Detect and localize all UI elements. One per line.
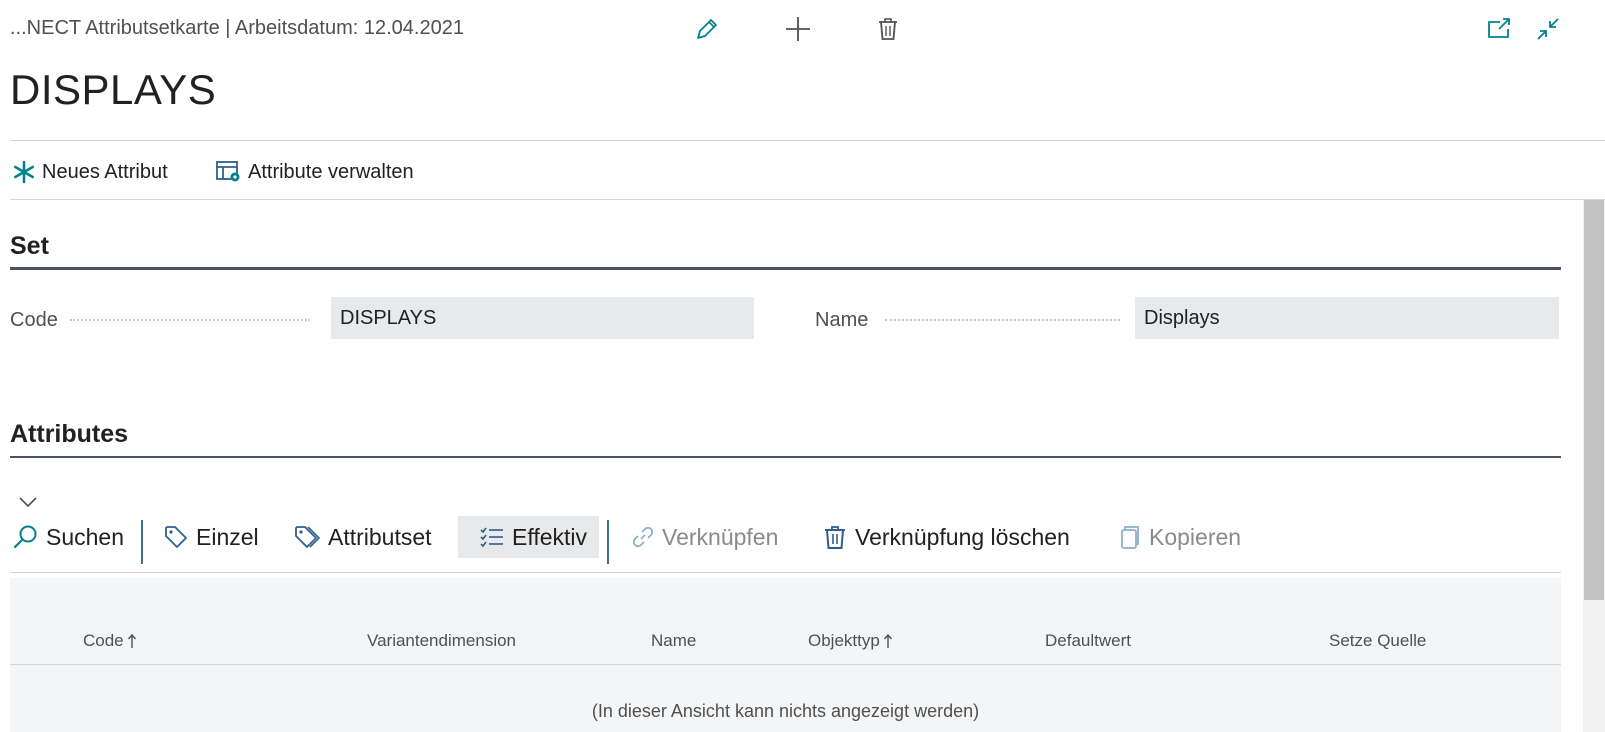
- attribute-set-label: Attributset: [328, 523, 432, 550]
- column-header-defaultwert[interactable]: Defaultwert: [1045, 631, 1131, 651]
- column-header-setze-quelle[interactable]: Setze Quelle: [1329, 631, 1426, 651]
- set-section-title[interactable]: Set: [10, 232, 49, 261]
- manage-attributes-button[interactable]: Attribute verwalten: [216, 156, 414, 188]
- link-button[interactable]: Verknüpfen: [632, 516, 778, 558]
- manage-attributes-icon: [216, 161, 240, 182]
- chevron-down-icon: [19, 497, 37, 508]
- link-icon: [632, 526, 654, 548]
- new-attribute-button[interactable]: Neues Attribut: [12, 156, 168, 188]
- add-icon: [786, 17, 810, 41]
- page-title: DISPLAYS: [10, 66, 217, 113]
- add-button[interactable]: [783, 14, 813, 44]
- column-header-name[interactable]: Name: [651, 631, 696, 651]
- trash-icon: [825, 526, 845, 549]
- manage-attributes-label: Attribute verwalten: [248, 160, 414, 183]
- name-leader-dots: [885, 319, 1120, 321]
- section-rule: [10, 267, 1561, 270]
- search-button[interactable]: Suchen: [12, 516, 124, 558]
- tags-icon: [295, 526, 320, 548]
- link-label: Verknüpfen: [662, 523, 779, 550]
- single-button[interactable]: Einzel: [164, 516, 259, 558]
- edit-button[interactable]: [692, 14, 722, 44]
- copy-icon: [1121, 526, 1139, 549]
- search-label: Suchen: [46, 523, 125, 550]
- search-icon: [13, 525, 37, 549]
- toolbar-separator: [141, 520, 143, 564]
- edit-icon: [697, 19, 717, 39]
- column-header-code[interactable]: Code: [83, 631, 137, 651]
- grid-header-divider: [10, 664, 1561, 665]
- expand-toggle[interactable]: [17, 494, 39, 510]
- sort-ascending-icon: [883, 633, 892, 648]
- collapse-button[interactable]: [1533, 14, 1563, 44]
- collapse-icon: [1537, 18, 1559, 40]
- copy-label: Kopieren: [1149, 523, 1242, 550]
- attribute-set-button[interactable]: Attributset: [294, 516, 432, 558]
- delete-link-label: Verknüpfung löschen: [855, 523, 1070, 550]
- name-label: Name: [815, 309, 869, 331]
- open-new-window-icon: [1488, 18, 1510, 38]
- asterisk-icon: [13, 160, 35, 184]
- name-field[interactable]: Displays: [1135, 297, 1559, 339]
- scrollbar-thumb[interactable]: [1584, 200, 1604, 600]
- column-header-variantendimension[interactable]: Variantendimension: [367, 631, 516, 651]
- divider: [10, 199, 1605, 200]
- tag-icon: [165, 526, 187, 548]
- copy-button[interactable]: Kopieren: [1119, 516, 1241, 558]
- divider: [10, 572, 1561, 573]
- code-field[interactable]: DISPLAYS: [331, 297, 754, 339]
- section-rule: [10, 456, 1561, 458]
- breadcrumb: ...NECT Attributsetkarte | Arbeitsdatum:…: [10, 17, 464, 39]
- empty-grid-message: (In dieser Ansicht kann nichts angezeigt…: [591, 701, 980, 721]
- delete-link-button[interactable]: Verknüpfung löschen: [823, 516, 1070, 558]
- effective-button[interactable]: Effektiv: [458, 516, 599, 558]
- checklist-icon: [480, 527, 503, 548]
- delete-button[interactable]: [873, 14, 903, 44]
- effective-label: Effektiv: [512, 523, 587, 550]
- column-header-objekttyp[interactable]: Objekttyp: [808, 631, 893, 651]
- code-label: Code: [10, 309, 58, 331]
- delete-icon: [879, 18, 897, 40]
- toolbar-separator: [607, 520, 609, 564]
- sort-ascending-icon: [127, 633, 136, 648]
- open-new-window-button[interactable]: [1484, 14, 1514, 44]
- divider: [10, 140, 1605, 141]
- new-attribute-label: Neues Attribut: [42, 160, 168, 183]
- attributes-section-title[interactable]: Attributes: [10, 420, 128, 449]
- code-leader-dots: [70, 319, 310, 321]
- single-label: Einzel: [196, 523, 259, 550]
